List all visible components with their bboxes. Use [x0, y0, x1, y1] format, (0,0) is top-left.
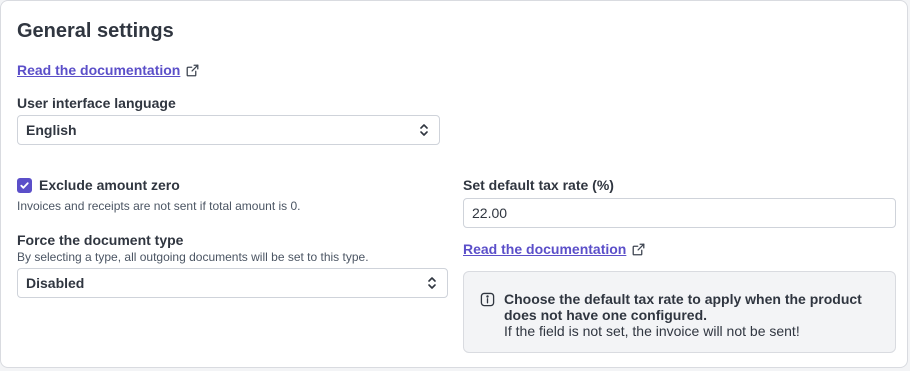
language-select[interactable]: English	[17, 115, 440, 145]
tax-rate-label: Set default tax rate (%)	[463, 177, 614, 193]
general-settings-card: General settings Read the documentation …	[0, 0, 908, 368]
exclude-zero-label: Exclude amount zero	[39, 177, 180, 193]
external-link-icon	[632, 243, 645, 256]
notice-title: Choose the default tax rate to apply whe…	[504, 291, 862, 323]
documentation-link[interactable]: Read the documentation	[17, 62, 199, 78]
language-select-value: English	[26, 122, 77, 138]
check-icon	[19, 180, 30, 191]
language-label: User interface language	[17, 95, 176, 111]
info-icon	[480, 292, 495, 352]
tax-documentation-link[interactable]: Read the documentation	[463, 241, 645, 257]
page-title: General settings	[17, 20, 174, 42]
document-type-help: By selecting a type, all outgoing docume…	[17, 250, 369, 264]
exclude-zero-row: Exclude amount zero	[17, 177, 180, 193]
notice-body: If the field is not set, the invoice wil…	[504, 323, 800, 339]
chevron-up-down-icon	[419, 123, 429, 137]
tax-documentation-link-label: Read the documentation	[463, 241, 627, 257]
tax-rate-notice: Choose the default tax rate to apply whe…	[463, 271, 896, 353]
document-type-select[interactable]: Disabled	[17, 268, 448, 298]
documentation-link-label: Read the documentation	[17, 62, 181, 78]
chevron-up-down-icon	[427, 276, 437, 290]
tax-rate-input[interactable]	[463, 198, 896, 228]
notice-text: Choose the default tax rate to apply whe…	[504, 291, 879, 352]
external-link-icon	[186, 64, 199, 77]
document-type-select-value: Disabled	[26, 275, 85, 291]
document-type-label: Force the document type	[17, 232, 184, 248]
exclude-zero-help: Invoices and receipts are not sent if to…	[17, 199, 301, 213]
exclude-zero-checkbox[interactable]	[17, 177, 32, 193]
